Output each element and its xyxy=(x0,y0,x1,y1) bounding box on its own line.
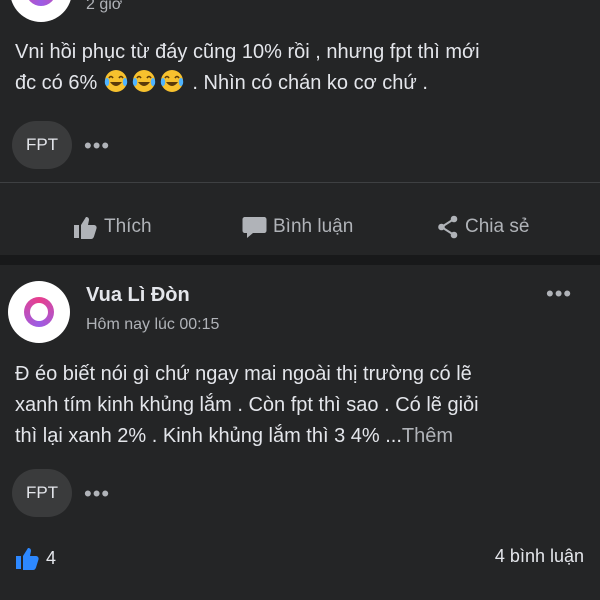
post-text-segment: thì lại xanh 2% . Kinh khủng lắm thì 3 4… xyxy=(15,425,402,447)
like-button[interactable]: Thích xyxy=(72,205,152,249)
more-options-icon[interactable]: ••• xyxy=(84,481,110,507)
post-text-line: xanh tím kinh khủng lắm . Còn fpt thì sa… xyxy=(15,394,479,416)
post-card: 2 giờ Vni hồi phục từ đáy cũng 10% rồi ,… xyxy=(0,0,600,255)
share-icon xyxy=(438,215,458,239)
comment-label: Bình luận xyxy=(273,216,354,237)
comment-button[interactable]: Bình luận xyxy=(242,205,353,249)
post-options-icon[interactable]: ••• xyxy=(546,281,572,307)
post-text-line: Vni hồi phục từ đáy cũng 10% rồi , nhưng… xyxy=(15,41,480,63)
tag-chip-fpt[interactable]: FPT xyxy=(12,121,72,169)
post-body: Đ éo biết nói gì chứ ngay mai ngoài thị … xyxy=(15,359,590,452)
avatar[interactable] xyxy=(8,281,70,343)
reaction-summary[interactable]: 4 xyxy=(14,546,56,570)
avatar-logo-icon xyxy=(24,297,54,327)
post-timestamp[interactable]: Hôm nay lúc 00:15 xyxy=(86,316,219,334)
post-author[interactable]: Vua Lì Đòn xyxy=(86,284,190,307)
share-button[interactable]: Chia sẻ xyxy=(437,205,529,249)
post-separator xyxy=(0,255,600,265)
post-text-segment: . Nhìn có chán ko cơ chứ . xyxy=(192,72,428,94)
like-label: Thích xyxy=(104,216,152,237)
more-options-icon[interactable]: ••• xyxy=(84,133,110,159)
post-text-line: Đ éo biết nói gì chứ ngay mai ngoài thị … xyxy=(15,363,472,385)
like-count: 4 xyxy=(46,547,57,568)
share-label: Chia sẻ xyxy=(465,216,530,237)
comment-count-link[interactable]: 4 bình luận xyxy=(495,546,584,567)
avatar-logo-icon xyxy=(26,0,56,6)
see-more-link[interactable]: Thêm xyxy=(402,425,453,447)
post-timestamp[interactable]: 2 giờ xyxy=(86,0,122,14)
divider xyxy=(0,182,600,183)
avatar[interactable] xyxy=(10,0,72,22)
post-body: Vni hồi phục từ đáy cũng 10% rồi , nhưng… xyxy=(15,37,590,99)
like-reaction-icon xyxy=(16,548,39,570)
post-text-line: đc có 6% . Nhìn có chán ko cơ chứ . xyxy=(15,68,590,99)
post-text-segment: đc có 6% xyxy=(15,72,98,94)
tag-chip-fpt[interactable]: FPT xyxy=(12,469,72,517)
thumbs-up-icon xyxy=(74,217,97,239)
comment-bubble-icon xyxy=(242,217,267,238)
joy-emoji-icon xyxy=(132,70,156,92)
post-text-line: thì lại xanh 2% . Kinh khủng lắm thì 3 4… xyxy=(15,421,590,452)
joy-emoji-icon xyxy=(104,70,128,92)
joy-emoji-icon xyxy=(160,70,184,92)
